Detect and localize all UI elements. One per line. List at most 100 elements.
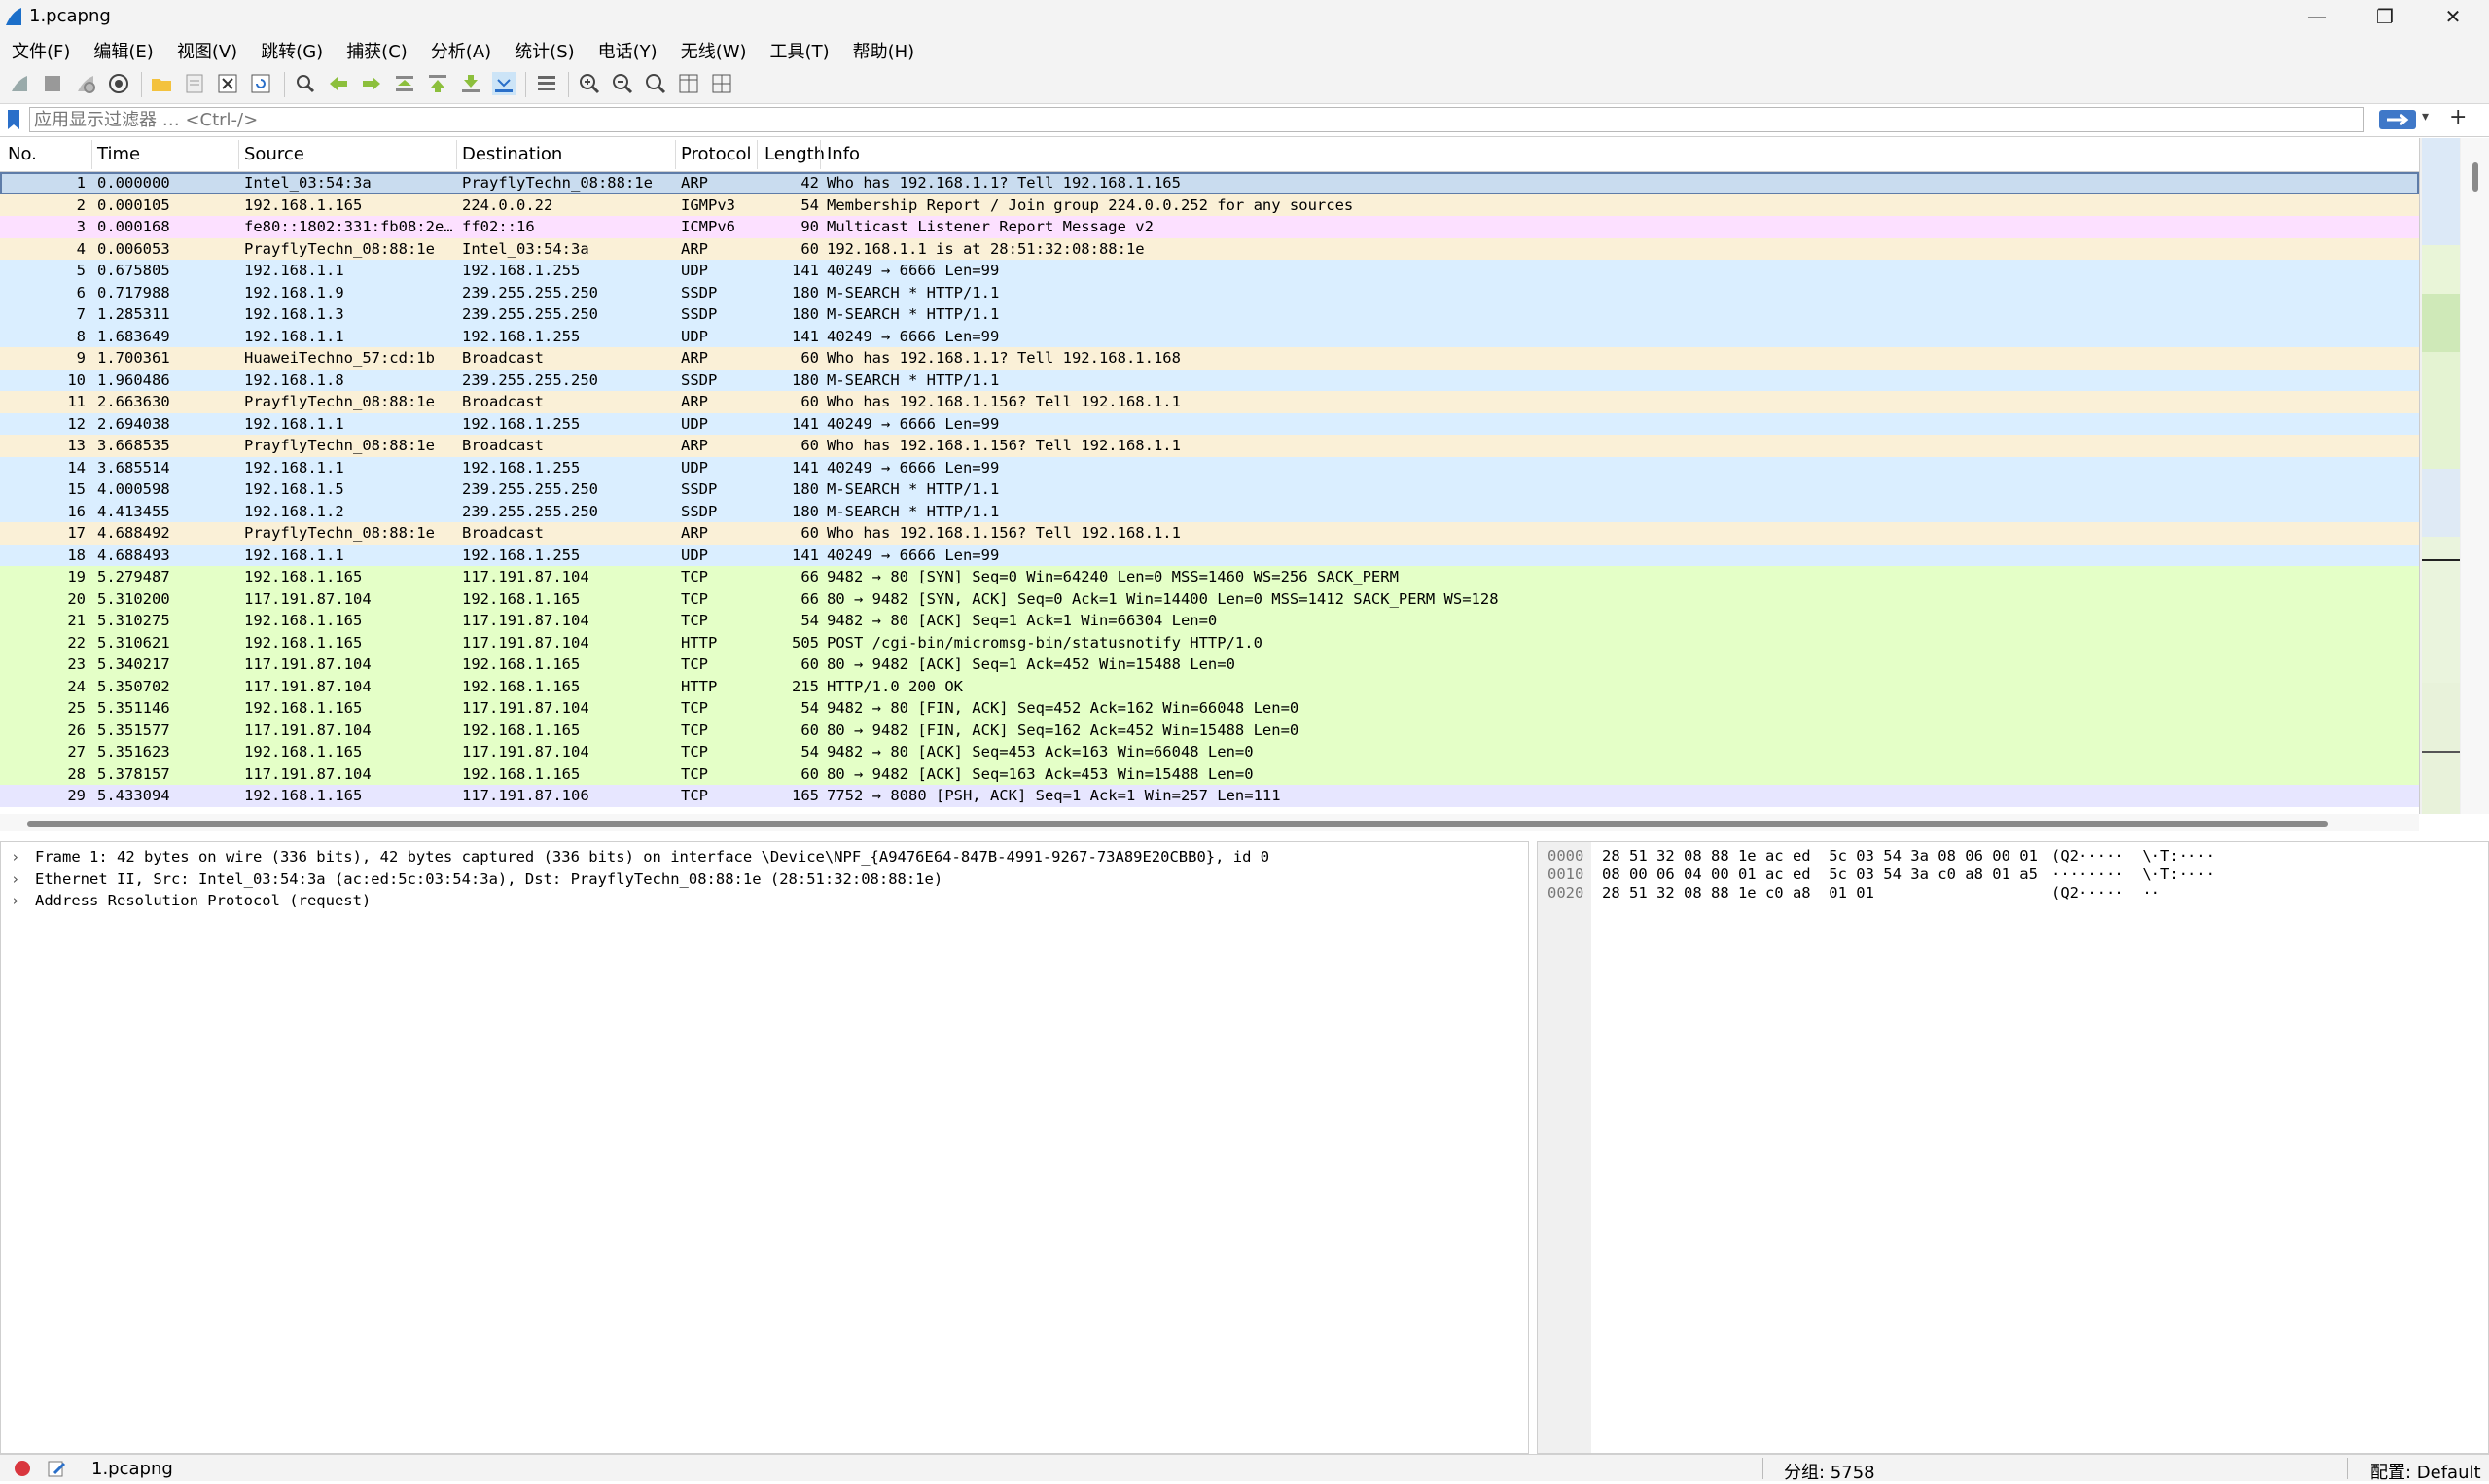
table-row[interactable]: 1 0.000000 Intel_03:54:3a PrayflyTechn_08:8… xyxy=(0,172,2419,194)
expand-arrow-icon[interactable]: › xyxy=(11,890,19,912)
packet-minimap[interactable] xyxy=(2419,138,2462,814)
table-row[interactable]: 19 5.279487 192.168.1.165 117.191.87.104 TCP… xyxy=(0,566,2419,588)
byte-ascii[interactable]: (Q2····· ·· xyxy=(2051,884,2160,902)
table-row[interactable]: 24 5.350702 117.191.87.104 192.168.1.165 HTT… xyxy=(0,675,2419,697)
add-filter-button-icon[interactable]: + xyxy=(2449,105,2467,129)
go-forward-icon[interactable] xyxy=(360,72,383,95)
column-header-protocol[interactable]: Protocol xyxy=(681,144,752,164)
close-button[interactable]: ✕ xyxy=(2419,0,2487,35)
menu-file[interactable]: 文件(F) xyxy=(0,35,82,63)
detail-row-frame[interactable]: › Frame 1: 42 bytes on wire (336 bits), … xyxy=(1,846,1528,868)
column-divider[interactable] xyxy=(675,140,676,169)
column-divider[interactable] xyxy=(757,140,758,169)
zoom-in-icon[interactable] xyxy=(578,72,601,95)
byte-ascii[interactable]: ········ \·T:···· xyxy=(2051,866,2215,884)
table-row[interactable]: 6 0.717988 192.168.1.9 239.255.255.250 SSDP 1… xyxy=(0,281,2419,303)
layout-icon[interactable] xyxy=(710,72,733,95)
menu-tools[interactable]: 工具(T) xyxy=(759,35,841,63)
byte-hex[interactable]: 28 51 32 08 88 1e c0 a8 01 01 xyxy=(1602,884,1874,902)
status-profile[interactable]: 配置: Default xyxy=(2370,1459,2481,1484)
reload-file-icon[interactable] xyxy=(249,72,272,95)
column-header-info[interactable]: Info xyxy=(827,144,860,164)
save-file-icon[interactable] xyxy=(183,72,206,95)
byte-ascii[interactable]: (Q2····· \·T:···· xyxy=(2051,847,2215,866)
packet-list-horizontal-scrollbar[interactable] xyxy=(0,814,2419,831)
table-row[interactable]: 12 2.694038 192.168.1.1 192.168.1.255 UDP 141… xyxy=(0,412,2419,435)
menu-wireless[interactable]: 无线(W) xyxy=(669,35,759,63)
table-row[interactable]: 29 5.433094 192.168.1.165 117.191.87.106 TCP… xyxy=(0,785,2419,807)
scrollbar-thumb[interactable] xyxy=(27,821,2328,827)
bookmark-icon[interactable] xyxy=(6,109,21,130)
table-row[interactable]: 8 1.683649 192.168.1.1 192.168.1.255 UDP 141 4… xyxy=(0,325,2419,347)
column-divider[interactable] xyxy=(456,140,457,169)
find-packet-icon[interactable] xyxy=(294,72,317,95)
column-header-no[interactable]: No. xyxy=(8,144,37,164)
menu-capture[interactable]: 捕获(C) xyxy=(335,35,419,63)
table-row[interactable]: 22 5.310621 192.168.1.165 117.191.87.104 HTT… xyxy=(0,631,2419,654)
apply-filter-icon[interactable] xyxy=(2379,110,2416,129)
menu-analyze[interactable]: 分析(A) xyxy=(419,35,503,63)
menu-view[interactable]: 视图(V) xyxy=(165,35,249,63)
open-file-icon[interactable] xyxy=(150,72,173,95)
menu-edit[interactable]: 编辑(E) xyxy=(82,35,164,63)
byte-hex[interactable]: 28 51 32 08 88 1e ac ed 5c 03 54 3a 08 0… xyxy=(1602,847,2038,866)
menu-go[interactable]: 跳转(G) xyxy=(249,35,335,63)
start-capture-icon[interactable] xyxy=(8,72,31,95)
restart-capture-icon[interactable] xyxy=(74,72,97,95)
autoscroll-icon[interactable] xyxy=(492,72,516,95)
go-first-icon[interactable] xyxy=(426,72,449,95)
table-row[interactable]: 20 5.310200 117.191.87.104 192.168.1.165 TCP… xyxy=(0,587,2419,610)
scrollbar-thumb[interactable] xyxy=(2472,162,2478,192)
expert-info-icon[interactable] xyxy=(14,1460,31,1477)
table-row[interactable]: 18 4.688493 192.168.1.1 192.168.1.255 UDP 141… xyxy=(0,544,2419,566)
table-row[interactable]: 21 5.310275 192.168.1.165 117.191.87.104 TCP… xyxy=(0,610,2419,632)
menu-telephony[interactable]: 电话(Y) xyxy=(587,35,669,63)
column-header-time[interactable]: Time xyxy=(97,144,140,164)
detail-row-ethernet[interactable]: › Ethernet II, Src: Intel_03:54:3a (ac:e… xyxy=(1,868,1528,891)
table-row[interactable]: 10 1.960486 192.168.1.8 239.255.255.250 SSDP… xyxy=(0,369,2419,391)
menu-statistics[interactable]: 统计(S) xyxy=(503,35,586,63)
table-row[interactable]: 23 5.340217 117.191.87.104 192.168.1.165 TCP… xyxy=(0,654,2419,676)
menu-help[interactable]: 帮助(H) xyxy=(841,35,927,63)
expand-arrow-icon[interactable]: › xyxy=(11,846,19,868)
table-row[interactable]: 3 0.000168 fe80::1802:331:fb08:2e… ff02::16… xyxy=(0,216,2419,238)
go-last-icon[interactable] xyxy=(459,72,482,95)
table-row[interactable]: 28 5.378157 117.191.87.104 192.168.1.165 TCP… xyxy=(0,762,2419,785)
zoom-out-icon[interactable] xyxy=(611,72,634,95)
table-row[interactable]: 4 0.006053 PrayflyTechn_08:88:1e Intel_03:5… xyxy=(0,237,2419,260)
table-row[interactable]: 16 4.413455 192.168.1.2 239.255.255.250 SSDP… xyxy=(0,500,2419,522)
restore-button[interactable]: ❐ xyxy=(2351,0,2419,35)
table-row[interactable]: 5 0.675805 192.168.1.1 192.168.1.255 UDP 141 4… xyxy=(0,260,2419,282)
table-row[interactable]: 27 5.351623 192.168.1.165 117.191.87.104 TCP… xyxy=(0,741,2419,763)
byte-hex[interactable]: 08 00 06 04 00 01 ac ed 5c 03 54 3a c0 a… xyxy=(1602,866,2038,884)
table-row[interactable]: 15 4.000598 192.168.1.5 239.255.255.250 SSDP… xyxy=(0,478,2419,501)
table-row[interactable]: 25 5.351146 192.168.1.165 117.191.87.104 TCP… xyxy=(0,697,2419,720)
capture-comment-icon[interactable] xyxy=(47,1459,66,1478)
display-filter-input[interactable]: 应用显示过滤器 … <Ctrl-/> xyxy=(29,107,2364,132)
table-row[interactable]: 11 2.663630 PrayflyTechn_08:88:1e Broadcast… xyxy=(0,391,2419,413)
column-divider[interactable] xyxy=(238,140,239,169)
minimize-button[interactable]: — xyxy=(2283,0,2351,35)
column-header-source[interactable]: Source xyxy=(244,144,304,164)
table-row[interactable]: 26 5.351577 117.191.87.104 192.168.1.165 TCP… xyxy=(0,719,2419,741)
column-header-destination[interactable]: Destination xyxy=(462,144,562,164)
table-row[interactable]: 2 0.000105 192.168.1.165 224.0.0.22 IGMPv3 54… xyxy=(0,194,2419,216)
colorize-icon[interactable] xyxy=(535,72,558,95)
filter-dropdown-icon[interactable]: ▾ xyxy=(2422,109,2429,124)
close-file-icon[interactable] xyxy=(216,72,239,95)
table-row[interactable]: 9 1.700361 HuaweiTechno_57:cd:1b Broadcast A… xyxy=(0,347,2419,370)
column-divider[interactable] xyxy=(820,140,821,169)
detail-row-arp[interactable]: › Address Resolution Protocol (request) xyxy=(1,890,1528,912)
column-header-length[interactable]: Length xyxy=(764,144,825,164)
stop-capture-icon[interactable] xyxy=(41,72,64,95)
go-to-packet-icon[interactable] xyxy=(393,72,416,95)
table-row[interactable]: 13 3.668535 PrayflyTechn_08:88:1e Broadcast… xyxy=(0,435,2419,457)
go-back-icon[interactable] xyxy=(327,72,350,95)
expand-arrow-icon[interactable]: › xyxy=(11,868,19,891)
capture-options-icon[interactable] xyxy=(107,72,130,95)
packet-list-vertical-scrollbar[interactable] xyxy=(2461,138,2489,814)
table-row[interactable]: 7 1.285311 192.168.1.3 239.255.255.250 SSDP 1… xyxy=(0,303,2419,326)
table-row[interactable]: 14 3.685514 192.168.1.1 192.168.1.255 UDP 141… xyxy=(0,456,2419,478)
normal-size-icon[interactable] xyxy=(644,72,667,95)
resize-columns-icon[interactable] xyxy=(677,72,700,95)
